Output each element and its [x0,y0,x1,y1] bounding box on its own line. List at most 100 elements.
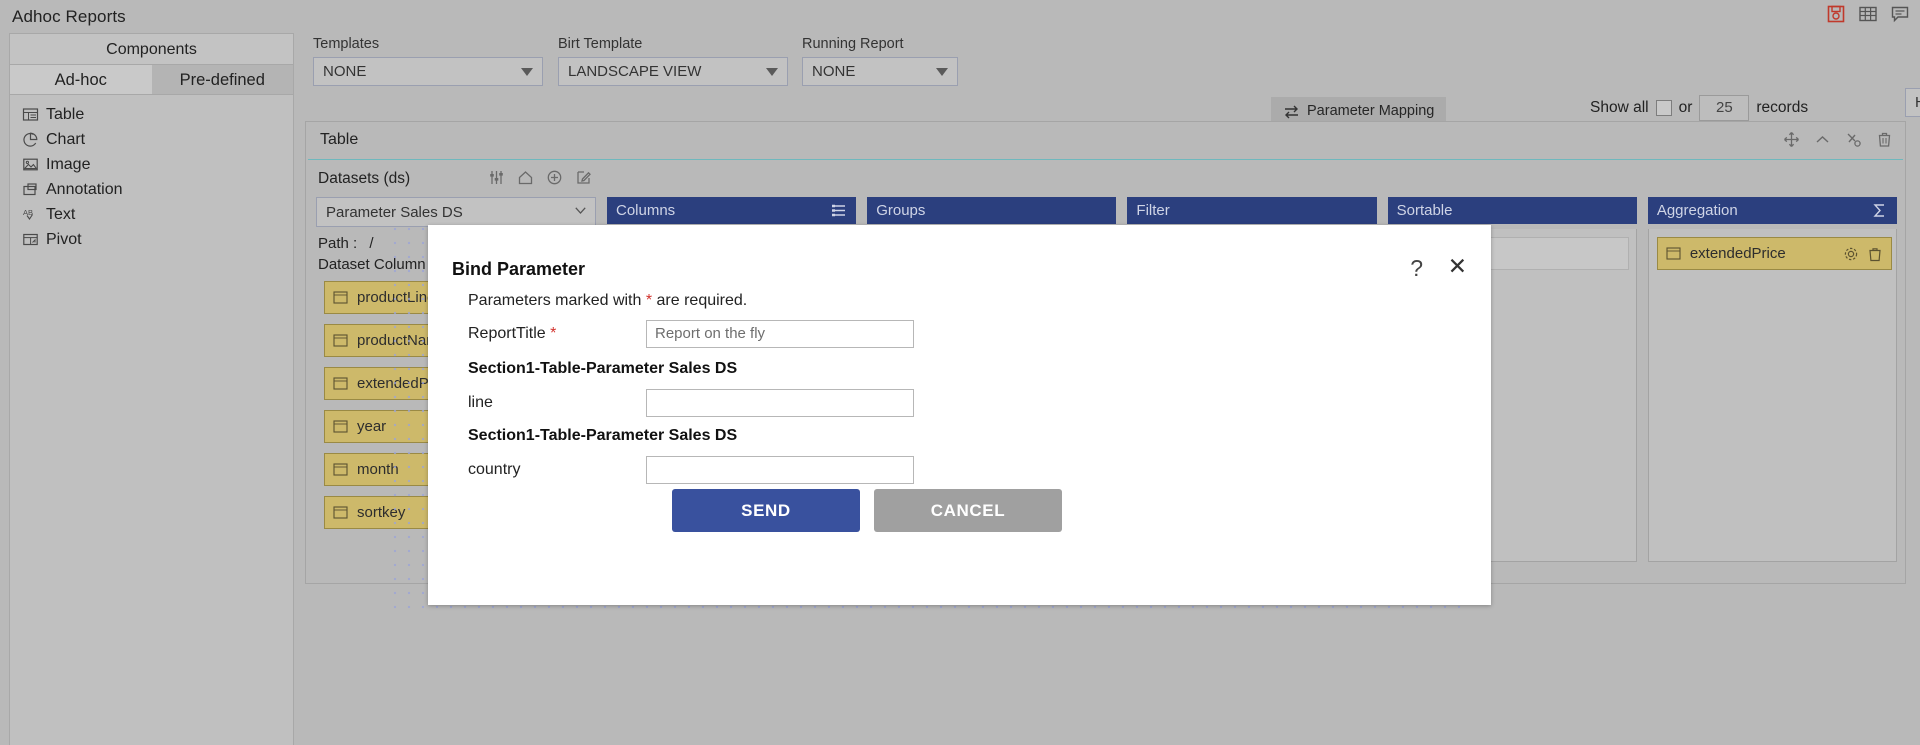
text-ab-icon: AB [23,208,33,220]
gear-icon[interactable] [1843,246,1859,262]
close-icon[interactable]: ✕ [1448,253,1467,280]
sidebar-item-annotation[interactable]: Annotation [22,177,293,202]
bucket-title: Columns [616,202,676,219]
line-input[interactable] [646,389,914,417]
chevron-down-icon [521,67,533,76]
delete-icon[interactable] [1867,246,1883,262]
table-panel-header: Table [306,122,1905,159]
dataset-path-value: / [369,235,374,252]
show-all-label: Show all [1590,99,1649,116]
records-label: records [1756,99,1809,116]
add-circle-icon[interactable] [546,169,563,186]
bucket-title: Aggregation [1656,202,1738,219]
aggregation-chip[interactable]: extendedPrice [1656,237,1893,270]
required-note-prefix: Parameters marked with [468,292,642,309]
birt-template-value: LANDSCAPE VIEW [568,63,702,80]
dataset-path-label: Path : [318,235,358,252]
list-icon[interactable] [830,203,847,218]
chevron-down-icon [575,207,586,214]
dialog-title: Bind Parameter [452,259,586,279]
bucket-filter-header: Filter [1127,197,1377,224]
pivot-icon [23,233,38,246]
bind-parameter-dialog: Bind Parameter ? ✕ Parameters marked wit… [428,225,1491,605]
bucket-aggregation-body[interactable]: extendedPrice [1647,229,1898,562]
report-title-row: ReportTitle * Report on the fly [468,320,914,348]
records-input[interactable]: 25 [1699,95,1750,121]
required-note-suffix: are required. [656,292,748,309]
column-icon [333,463,348,476]
sidebar-item-label: Pivot [46,230,82,248]
running-report-field: Running Report NONE [802,36,958,86]
group-heading-1: Section1-Table-Parameter Sales DS [468,360,738,377]
report-title-input[interactable]: Report on the fly [646,320,914,348]
datasets-header: Datasets (ds) [316,163,596,197]
edit-icon[interactable] [575,169,592,186]
sidebar-item-label: Image [46,155,91,173]
grid-icon[interactable] [1858,4,1878,24]
sliders-icon[interactable] [488,169,505,186]
delete-icon[interactable] [1876,131,1893,148]
report-title-label: ReportTitle [468,325,546,342]
top-bar: Adhoc Reports [0,0,1920,33]
column-icon [333,334,348,347]
tools-icon[interactable] [1845,131,1862,148]
birt-template-select[interactable]: LANDSCAPE VIEW [558,57,788,86]
sidebar-item-chart[interactable]: Chart [22,127,293,152]
sidebar-item-image[interactable]: Image [22,152,293,177]
country-label: country [468,461,521,478]
line-label: line [468,394,493,411]
bucket-title: Groups [876,202,926,219]
templates-field: Templates NONE [313,36,543,86]
bucket-aggregation-header: Aggregation [1647,197,1898,224]
sidebar-item-table[interactable]: Table [22,102,293,127]
sidebar-item-text[interactable]: AB Text [22,202,293,227]
templates-value: NONE [323,63,367,80]
table-icon [22,108,39,121]
sigma-icon[interactable] [1871,203,1888,218]
send-button[interactable]: SEND [672,489,860,532]
birt-template-label: Birt Template [558,36,643,52]
table-panel-title: Table [320,131,359,148]
topbar-icon-group [1826,4,1910,24]
sidebar-item-label: Chart [46,130,86,148]
required-star: * [550,325,557,342]
show-all-checkbox[interactable] [1655,100,1672,116]
home-icon[interactable] [517,169,534,186]
tab-ad-hoc[interactable]: Ad-hoc [10,65,152,94]
parameter-mapping-label: Parameter Mapping [1307,103,1435,119]
column-icon [1666,247,1681,260]
image-icon [23,158,38,171]
sidebar-tabs: Ad-hoc Pre-defined [10,65,293,95]
country-input[interactable] [646,456,914,484]
sidebar-item-label: Text [46,205,76,223]
show-all-group: Show all or 25 records [1590,95,1808,121]
report-toolbar: Templates NONE Birt Template LANDSCAPE V… [305,33,1920,125]
sidebar-item-label: Annotation [46,180,123,198]
comment-icon[interactable] [1890,4,1910,24]
bucket-title: Sortable [1396,202,1453,219]
datasets-title: Datasets (ds) [318,170,411,187]
cancel-button[interactable]: CANCEL [874,489,1062,532]
bucket-groups-header: Groups [867,197,1117,224]
help-icon[interactable]: ? [1410,255,1423,282]
move-icon[interactable] [1783,131,1800,148]
line-row: line [468,389,914,417]
table-panel-icon-group [1783,131,1893,148]
dataset-selected-value: Parameter Sales DS [326,203,463,221]
collapse-icon[interactable] [1814,131,1831,148]
column-icon [333,420,348,433]
bucket-columns-header: Columns [607,197,857,224]
tab-pre-defined[interactable]: Pre-defined [151,65,293,94]
column-icon [333,291,348,304]
bucket-sortable-header: Sortable [1387,197,1637,224]
output-format-select[interactable]: HTML [1905,88,1920,117]
output-format-value: HTML [1915,94,1920,111]
running-report-select[interactable]: NONE [802,57,958,86]
annotation-icon [23,183,37,196]
sidebar-item-pivot[interactable]: Pivot [22,227,293,252]
templates-select[interactable]: NONE [313,57,543,86]
chip-label: extendedPrice [1689,245,1786,262]
templates-label: Templates [313,36,380,52]
save-icon[interactable] [1826,4,1846,24]
sidebar-component-list: Table Chart Image Annotation AB Text Piv… [10,95,293,252]
